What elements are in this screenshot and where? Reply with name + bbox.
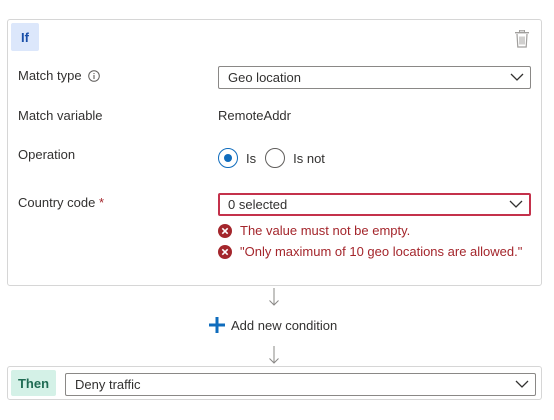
operation-label: Operation bbox=[18, 147, 76, 162]
chevron-down-icon bbox=[515, 380, 529, 388]
if-condition-card: If Match type Geo location Match variabl… bbox=[7, 19, 542, 286]
radio-is-checked[interactable] bbox=[218, 148, 238, 168]
add-new-condition-label: Add new condition bbox=[231, 317, 338, 333]
country-code-dropdown[interactable]: 0 selected bbox=[218, 193, 531, 216]
country-code-value: 0 selected bbox=[228, 197, 288, 212]
error-message-text: "Only maximum of 10 geo locations are al… bbox=[240, 244, 523, 259]
required-asterisk: * bbox=[98, 195, 105, 210]
operation-option-is[interactable]: Is bbox=[218, 148, 256, 168]
match-type-value: Geo location bbox=[228, 70, 301, 85]
info-icon[interactable] bbox=[88, 70, 101, 82]
chevron-down-icon bbox=[509, 200, 523, 208]
match-type-dropdown[interactable]: Geo location bbox=[218, 66, 531, 89]
radio-is-not[interactable] bbox=[265, 148, 286, 168]
arrow-down-icon bbox=[269, 288, 279, 306]
error-message-text: The value must not be empty. bbox=[240, 223, 411, 238]
radio-is-label: Is bbox=[246, 150, 257, 166]
error-icon bbox=[218, 244, 232, 259]
then-action-card: Then Deny traffic bbox=[7, 366, 542, 400]
match-variable-label: Match variable bbox=[18, 108, 103, 123]
then-badge: Then bbox=[11, 370, 56, 396]
operation-option-is-not[interactable]: Is not bbox=[265, 148, 325, 168]
action-dropdown[interactable]: Deny traffic bbox=[65, 373, 536, 396]
operation-radio-group: Is Is not bbox=[218, 148, 334, 168]
country-code-label: Country code * bbox=[18, 195, 104, 210]
chevron-down-icon bbox=[510, 73, 524, 81]
radio-is-not-label: Is not bbox=[293, 150, 325, 166]
if-badge: If bbox=[11, 23, 39, 51]
action-value: Deny traffic bbox=[75, 377, 141, 392]
match-type-label: Match type bbox=[18, 68, 101, 83]
match-type-label-text: Match type bbox=[18, 68, 82, 83]
country-code-label-text: Country code bbox=[18, 195, 96, 210]
match-variable-value: RemoteAddr bbox=[218, 108, 291, 123]
error-message: "Only maximum of 10 geo locations are al… bbox=[218, 244, 522, 259]
plus-icon bbox=[209, 317, 225, 333]
error-message: The value must not be empty. bbox=[218, 223, 410, 238]
arrow-down-icon bbox=[269, 346, 279, 364]
error-icon bbox=[218, 223, 232, 238]
trash-icon[interactable] bbox=[514, 30, 530, 48]
add-new-condition-button[interactable]: Add new condition bbox=[209, 317, 337, 333]
